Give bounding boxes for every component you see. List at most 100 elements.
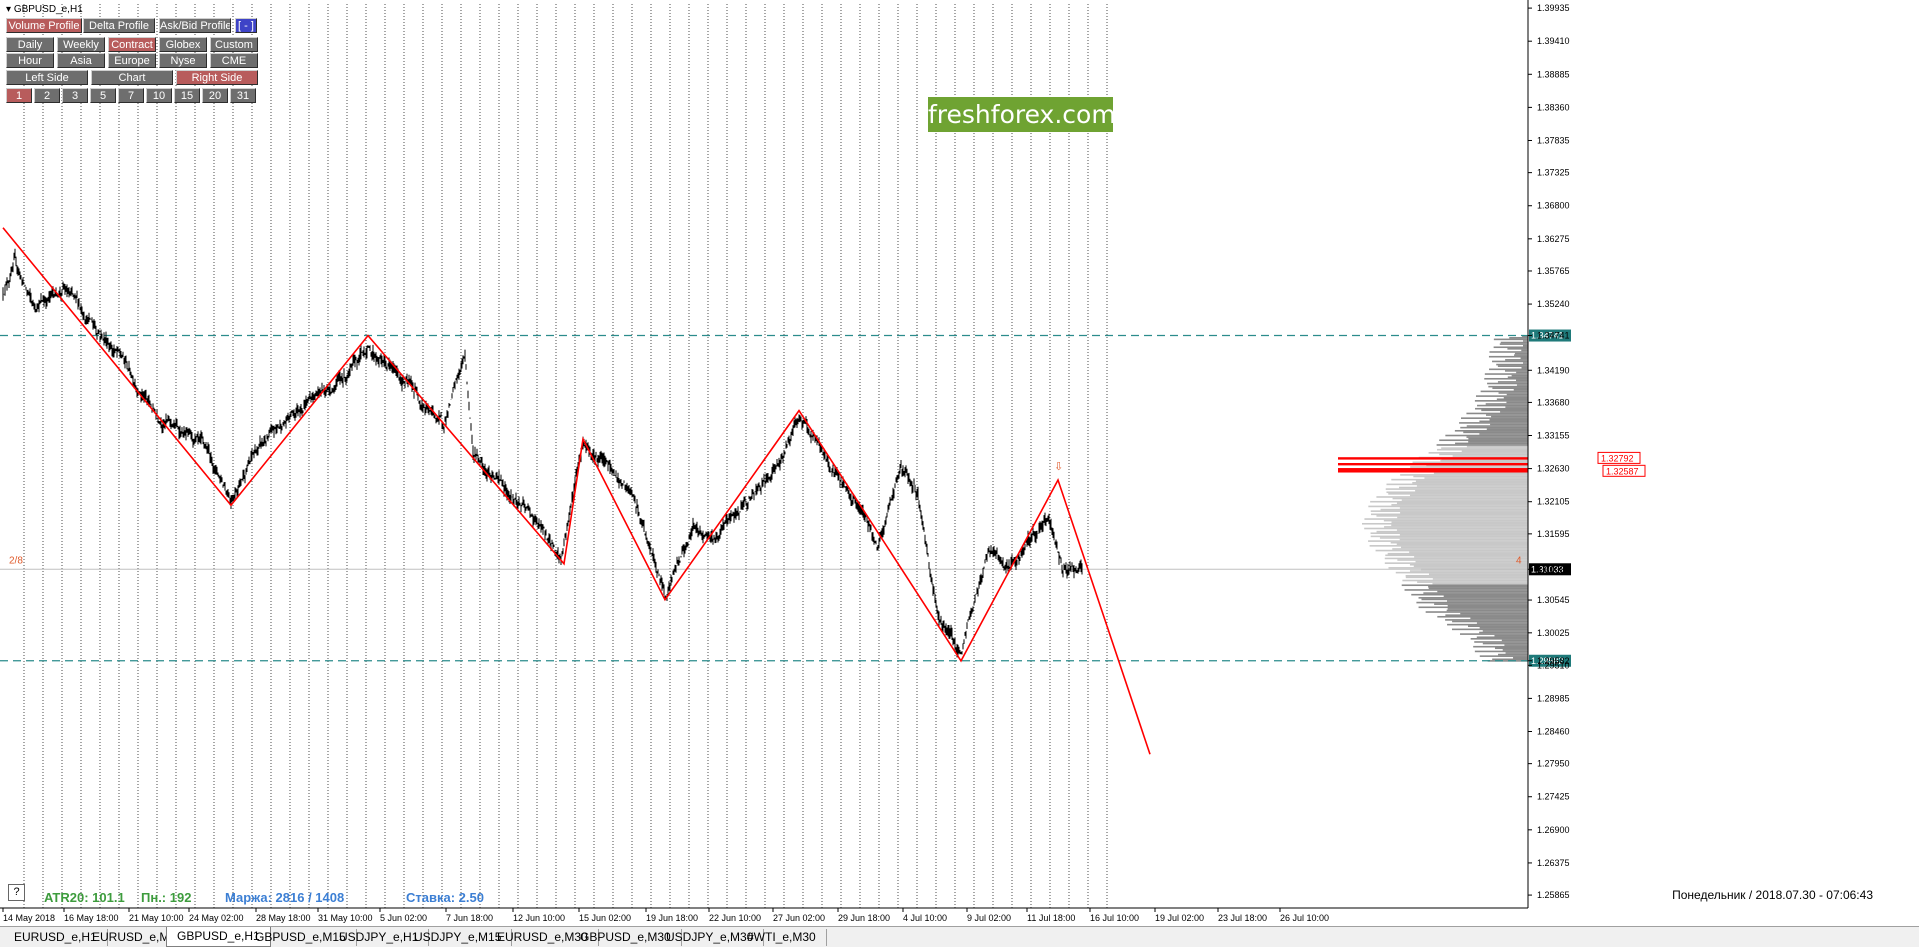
pn-readout: Пн.: 192: [141, 890, 192, 905]
y-tick-label: 1.31595: [1537, 529, 1570, 539]
y-tick-label: 1.32630: [1537, 464, 1570, 474]
dropdown-arrow-icon[interactable]: ▾: [6, 4, 11, 15]
profile-bar: [1491, 415, 1528, 418]
down-arrow-icon: ⇩: [1054, 460, 1063, 473]
profile-bar: [1437, 590, 1528, 593]
profile-bar: [1505, 359, 1528, 361]
y-tick-label: 1.29510: [1537, 660, 1570, 670]
indicator-button-europe[interactable]: Europe: [108, 53, 156, 68]
profile-bar: [1368, 540, 1528, 542]
profile-bar: [1418, 606, 1528, 609]
profile-bar: [1391, 478, 1528, 481]
profile-bar: [1479, 433, 1528, 435]
profile-bar: [1475, 395, 1528, 397]
y-tick-label: 1.38885: [1537, 69, 1570, 79]
profile-bar: [1498, 653, 1528, 656]
x-tick-label: 19 Jul 02:00: [1155, 913, 1204, 923]
x-tick-label: 9 Jul 02:00: [967, 913, 1011, 923]
profile-bar: [1461, 417, 1528, 419]
indicator-button-weekly[interactable]: Weekly: [57, 37, 105, 52]
profile-bar: [1428, 573, 1528, 576]
profile-bar: [1415, 489, 1528, 492]
chart-window[interactable]: 1.34741 1.29582 1.31033 ⇩ 1.39935 1.39410 1.…: [0, 0, 1919, 947]
profile-bar: [1400, 474, 1528, 476]
profile-bar: [1493, 338, 1528, 341]
profile-bar: [1466, 425, 1528, 427]
profile-bar: [1364, 518, 1528, 520]
indicator-button-2[interactable]: 2: [34, 88, 60, 103]
profile-bar: [1507, 348, 1528, 350]
profile-bar: [1511, 374, 1528, 377]
profile-bar: [1425, 611, 1528, 613]
indicator-button-cme[interactable]: CME: [210, 53, 258, 68]
profile-bar: [1479, 626, 1528, 629]
indicator-button-left-side[interactable]: Left Side: [6, 70, 88, 85]
profile-bar: [1399, 538, 1528, 541]
profile-bar: [1514, 354, 1528, 356]
indicator-button-custom[interactable]: Custom: [210, 37, 258, 52]
price-chart[interactable]: 1.347411.295821.31033 ⇩ 1.399351.394101.…: [0, 0, 1919, 926]
profile-bar: [1439, 439, 1528, 442]
profile-bar: [1391, 524, 1528, 527]
indicator-button-globex[interactable]: Globex: [159, 37, 207, 52]
profile-bar: [1391, 504, 1528, 506]
profile-bar: [1388, 493, 1528, 495]
indicator-button-daily[interactable]: Daily: [6, 37, 54, 52]
profile-bar: [1409, 551, 1528, 553]
help-box[interactable]: ?: [8, 884, 25, 901]
indicator-button-volume-profile[interactable]: Volume Profile: [6, 18, 82, 33]
indicator-button-3[interactable]: 3: [62, 88, 88, 103]
y-tick-label: 1.27950: [1537, 759, 1570, 769]
indicator-button-ask-bid-profile[interactable]: Ask/Bid Profile: [159, 18, 231, 33]
indicator-button-20[interactable]: 20: [202, 88, 228, 103]
indicator-button-hour[interactable]: Hour: [6, 53, 54, 68]
profile-bar: [1502, 649, 1528, 651]
profile-bar: [1376, 515, 1528, 517]
profile-bar: [1484, 373, 1528, 375]
profile-bar: [1489, 368, 1528, 371]
profile-bar: [1397, 559, 1528, 561]
y-tick-label: 1.33680: [1537, 397, 1570, 407]
profile-bar: [1397, 516, 1528, 519]
profile-bar: [1409, 563, 1528, 566]
profile-bar: [1385, 488, 1528, 490]
indicator-button-right-side[interactable]: Right Side: [176, 70, 258, 85]
indicator-button-31[interactable]: 31: [230, 88, 256, 103]
profile-bar: [1369, 545, 1528, 547]
y-tick-label: 1.25865: [1537, 890, 1570, 900]
profile-bar: [1421, 598, 1528, 601]
indicator-button-nyse[interactable]: Nyse: [159, 53, 207, 68]
profile-bar: [1463, 431, 1528, 434]
profile-bar: [1484, 377, 1528, 380]
left-side-label: 2/8: [9, 555, 23, 566]
indicator-button-asia[interactable]: Asia: [57, 53, 105, 68]
indicator-button-10[interactable]: 10: [146, 88, 172, 103]
profile-bar: [1501, 639, 1528, 642]
profile-bar: [1496, 398, 1528, 401]
profile-bar: [1492, 658, 1528, 661]
profile-bar: [1452, 455, 1528, 457]
indicator-button-15[interactable]: 15: [174, 88, 200, 103]
profile-bar: [1392, 548, 1528, 550]
profile-bar: [1492, 360, 1528, 363]
profile-bar: [1520, 357, 1528, 360]
indicator-button-[interactable]: [ - ]: [235, 18, 257, 33]
profile-bar: [1423, 592, 1528, 594]
profile-bar: [1486, 428, 1528, 431]
indicator-button-contract[interactable]: Contract: [108, 37, 156, 52]
profile-bar: [1390, 541, 1528, 544]
profile-bar: [1470, 638, 1528, 640]
x-tick-label: 28 May 18:00: [256, 913, 311, 923]
y-tick-label: 1.27425: [1537, 792, 1570, 802]
profile-bar: [1370, 500, 1528, 503]
y-tick-label: 1.28985: [1537, 693, 1570, 703]
tab-wti-e-m30[interactable]: #WTI_e,M30: [737, 929, 827, 946]
profile-bar: [1440, 459, 1528, 462]
indicator-button-chart[interactable]: Chart: [91, 70, 173, 85]
indicator-button-delta-profile[interactable]: Delta Profile: [83, 18, 155, 33]
y-tick-label: 1.30025: [1537, 628, 1570, 638]
profile-bar: [1428, 587, 1528, 590]
indicator-button-1[interactable]: 1: [6, 88, 32, 103]
indicator-button-7[interactable]: 7: [118, 88, 144, 103]
indicator-button-5[interactable]: 5: [90, 88, 116, 103]
